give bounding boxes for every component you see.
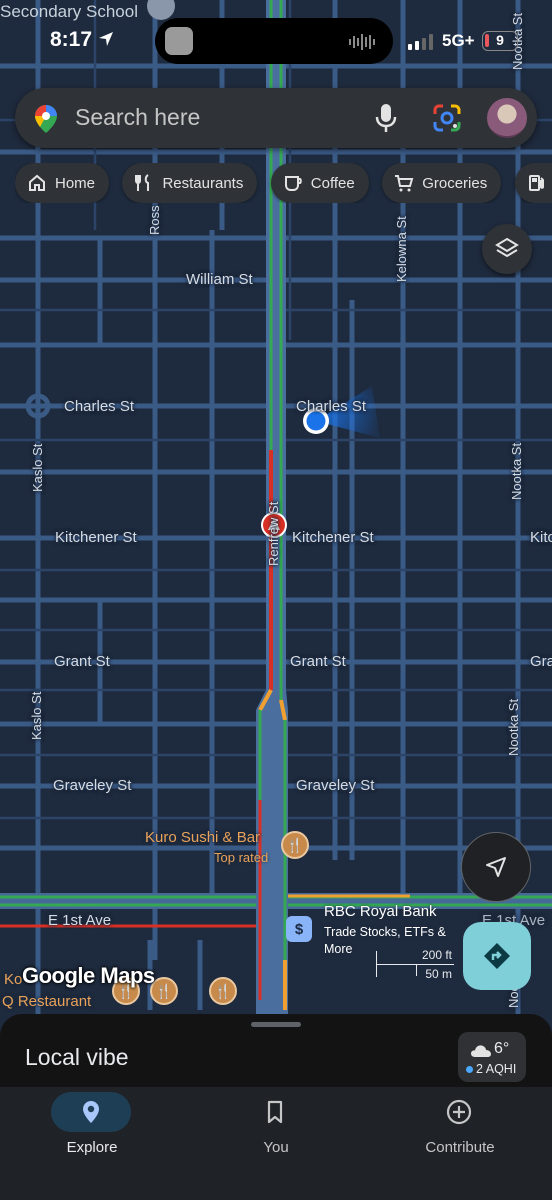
street-label-nootka-3: Nootka St — [506, 698, 521, 756]
nav-label: You — [263, 1139, 289, 1156]
navigation-arrow-icon — [486, 857, 506, 877]
street-label-kitchener-east: Kitchener St — [292, 529, 374, 546]
street-label-grant-east: Grant St — [290, 653, 346, 670]
category-chips: Home Restaurants Coffee Groceries Ga — [15, 163, 552, 203]
chip-label: Restaurants — [162, 174, 244, 192]
street-label-kitchener-west: Kitchener St — [55, 529, 137, 546]
chip-restaurants[interactable]: Restaurants — [122, 163, 258, 203]
gas-pump-icon — [528, 175, 544, 191]
weather-temp: 6° — [494, 1040, 510, 1057]
poi-rbc-name[interactable]: RBC Royal Bank — [324, 903, 437, 920]
microphone-icon[interactable] — [371, 102, 401, 134]
status-bar: Secondary School 8:17 5G+ 9 — [0, 0, 552, 64]
poi-kuro-sushi-name[interactable]: Kuro Sushi & Bar — [145, 829, 260, 846]
bottom-navigation: Explore You Contribute — [0, 1087, 552, 1200]
chip-gas[interactable]: Ga — [514, 163, 552, 203]
street-label-kaslo-1: Kaslo St — [30, 443, 45, 492]
cloud-icon — [471, 1045, 491, 1057]
street-label-grant-edge: Gra — [530, 653, 552, 670]
aqhi-status-dot — [466, 1066, 473, 1073]
home-icon — [29, 174, 45, 191]
bank-dollar-icon[interactable]: $ — [286, 916, 312, 942]
chip-label: Coffee — [310, 174, 355, 192]
bookmark-icon — [267, 1100, 283, 1124]
poi-restaurant-partial-2[interactable]: Q Restaurant — [2, 993, 91, 1010]
street-label-charles-west: Charles St — [64, 398, 135, 415]
street-label-william: William St — [186, 271, 253, 288]
google-maps-logo-icon — [35, 105, 57, 133]
dynamic-island[interactable] — [155, 18, 393, 64]
network-type: 5G+ — [442, 31, 475, 50]
battery-percent: 9 — [496, 32, 504, 48]
poi-restaurant-partial-1[interactable]: Ko — [4, 971, 22, 988]
nav-you[interactable]: You — [184, 1087, 368, 1177]
street-label-nootka-2: Nootka St — [509, 442, 524, 500]
scale-bar: 200 ft 50 m — [376, 946, 456, 982]
street-label-rossland: Ross — [147, 205, 162, 235]
school-pin-icon — [147, 0, 175, 20]
chip-home[interactable]: Home — [15, 163, 110, 203]
directions-icon — [484, 943, 510, 969]
battery-level-fill — [485, 34, 489, 47]
street-label-kitchener-edge: Kitc — [530, 529, 552, 546]
top-poi-label: Secondary School — [0, 2, 138, 21]
chip-label: Groceries — [422, 174, 488, 192]
weather-widget[interactable]: 6° 2 AQHI — [458, 1032, 526, 1082]
scale-feet: 200 ft — [421, 948, 452, 962]
now-playing-artwork — [165, 27, 193, 55]
street-label-kaslo-2: Kaslo St — [29, 691, 44, 740]
directions-button[interactable] — [463, 922, 531, 990]
recenter-button[interactable] — [461, 832, 531, 902]
google-lens-icon[interactable] — [431, 102, 463, 134]
battery-icon: 9 — [482, 31, 518, 51]
coffee-cup-icon — [284, 176, 302, 191]
status-time-text: 8:17 — [50, 28, 93, 51]
street-label-1st-ave-west: E 1st Ave — [48, 912, 112, 929]
weather-aqhi: 2 AQHI — [476, 1062, 517, 1076]
restaurant-pin-icon[interactable]: 🍴 — [209, 977, 237, 1005]
scale-tick — [416, 964, 417, 976]
status-time: 8:17 — [50, 28, 114, 52]
poi-kuro-sushi-rating: Top rated — [214, 850, 269, 865]
location-arrow-icon — [98, 32, 113, 46]
cellular-signal-icon — [408, 34, 433, 50]
search-bar[interactable]: Search here — [15, 88, 537, 148]
layers-icon — [495, 237, 519, 258]
scale-meters: 50 m — [425, 967, 452, 981]
street-label-grant-west: Grant St — [54, 653, 110, 670]
cart-icon — [395, 175, 414, 192]
layers-button[interactable] — [482, 224, 532, 274]
sheet-title: Local vibe — [25, 1044, 129, 1070]
restaurant-pin-icon[interactable]: 🍴 — [281, 831, 309, 859]
nav-explore[interactable]: Explore — [0, 1087, 184, 1177]
fork-knife-icon — [135, 174, 150, 191]
scale-line — [376, 964, 454, 965]
chip-groceries[interactable]: Groceries — [382, 163, 502, 203]
poi-rbc-sub-line-1: Trade Stocks, ETFs & — [324, 925, 446, 939]
audio-waveform-icon — [349, 34, 375, 50]
plus-circle-icon — [446, 1099, 472, 1125]
street-label-graveley-east: Graveley St — [296, 777, 375, 794]
street-label-renfrew: Renfrew St — [266, 501, 281, 566]
google-maps-watermark: Google Maps — [22, 963, 155, 988]
avatar[interactable] — [487, 98, 527, 138]
chip-coffee[interactable]: Coffee — [270, 163, 369, 203]
street-label-graveley-west: Graveley St — [53, 777, 132, 794]
nav-contribute[interactable]: Contribute — [368, 1087, 552, 1177]
sheet-drag-handle[interactable] — [251, 1022, 301, 1027]
street-label-kelowna: Kelowna St — [394, 216, 409, 282]
nav-label: Explore — [66, 1139, 118, 1156]
street-label-charles-east: Charles St — [296, 398, 367, 415]
chip-label: Home — [55, 174, 96, 192]
nav-label: Contribute — [425, 1139, 495, 1156]
search-input[interactable]: Search here — [75, 104, 200, 131]
location-pin-icon — [83, 1101, 99, 1123]
